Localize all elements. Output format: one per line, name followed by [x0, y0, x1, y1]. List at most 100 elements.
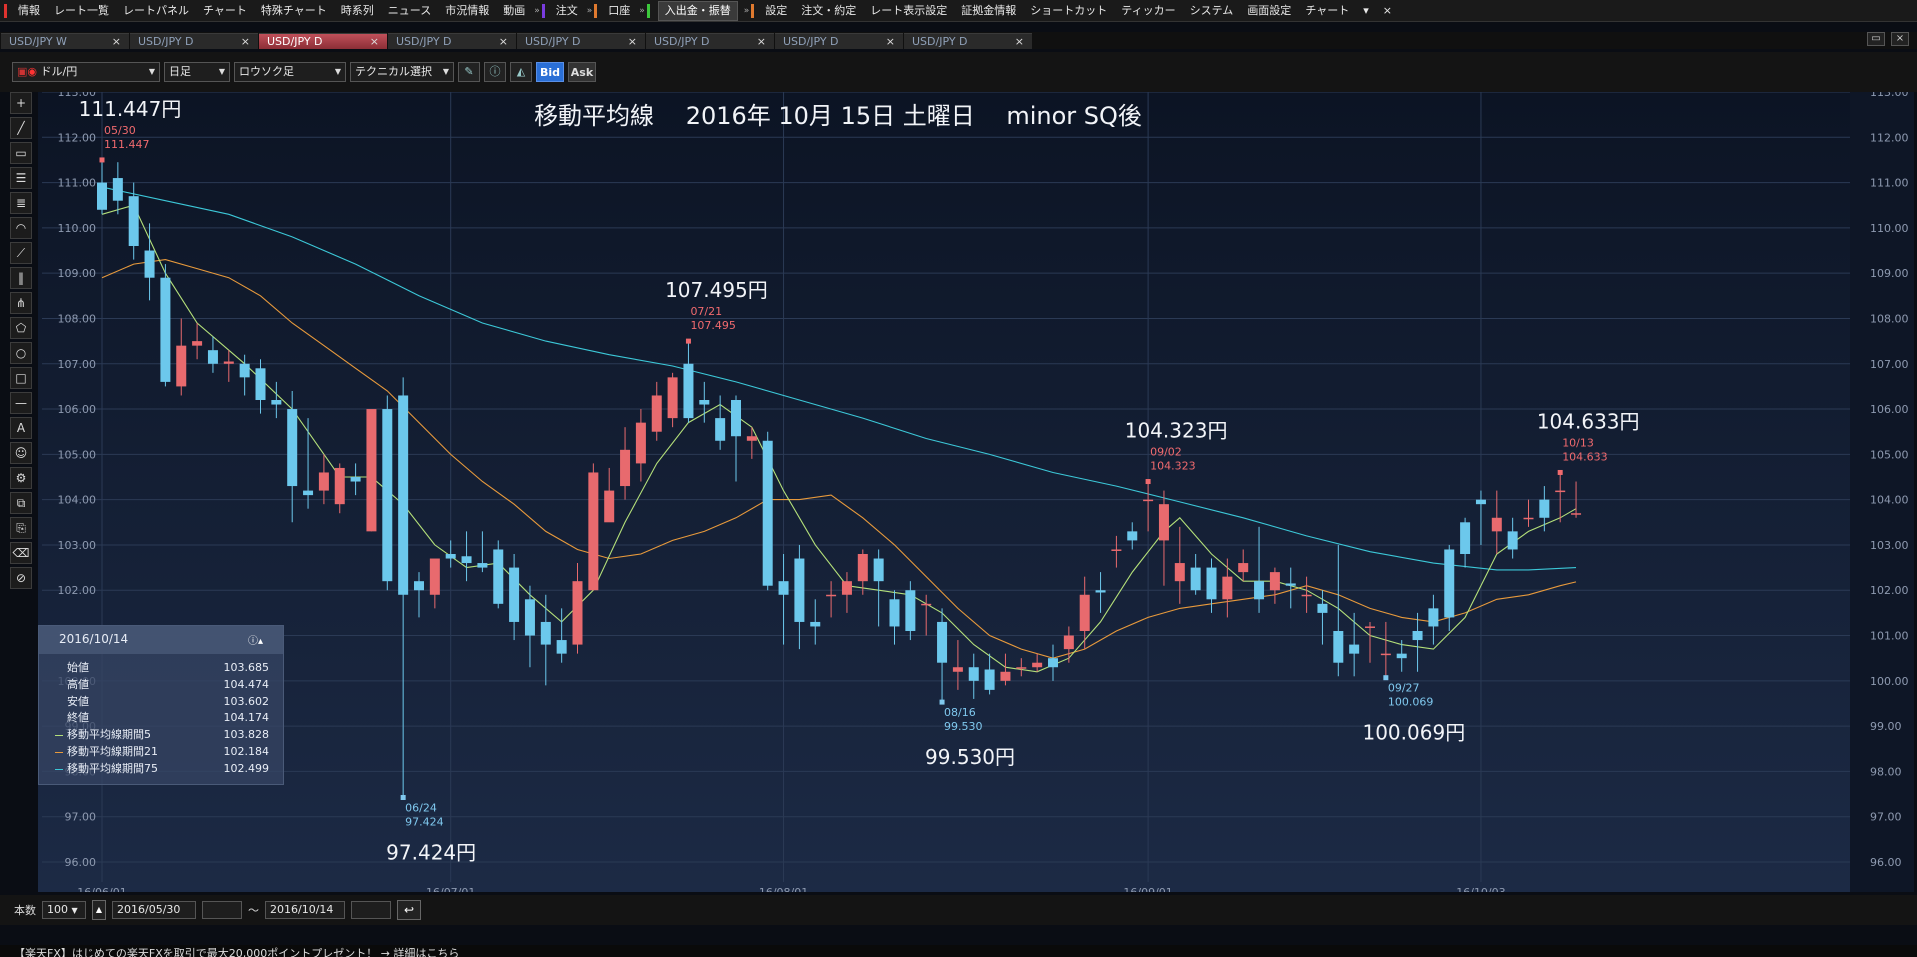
- from-time-input[interactable]: [202, 901, 242, 919]
- eraser-icon[interactable]: ⌫: [10, 542, 32, 564]
- settings-item-1[interactable]: 注文・約定: [794, 0, 863, 21]
- settings-item-3[interactable]: 証拠金情報: [954, 0, 1023, 21]
- candle-body: [826, 594, 837, 597]
- pitchfork-icon[interactable]: ⋔: [10, 292, 32, 314]
- area-chart-icon[interactable]: ◭: [510, 62, 532, 82]
- paste-icon[interactable]: ⎘: [10, 517, 32, 539]
- currency-pair-select[interactable]: ▣◉ ドル/円 ▼: [12, 62, 160, 82]
- close-icon[interactable]: ×: [112, 34, 121, 49]
- bid-button[interactable]: Bid: [536, 62, 564, 82]
- crosshair-icon[interactable]: +: [10, 92, 32, 114]
- chart-tab-2[interactable]: USD/JPY D ×: [259, 33, 387, 49]
- close-icon[interactable]: ×: [628, 34, 637, 49]
- chart-tab-4[interactable]: USD/JPY D ×: [517, 33, 645, 49]
- close-window-button[interactable]: ×: [1891, 32, 1909, 46]
- chart-tab-6[interactable]: USD/JPY D ×: [775, 33, 903, 49]
- menu-item-8[interactable]: 動画: [496, 0, 532, 21]
- menu-item-0[interactable]: 情報: [11, 0, 47, 21]
- fibonacci-icon[interactable]: ≣: [10, 192, 32, 214]
- y-tick-label-left: 103.00: [58, 539, 97, 552]
- period-select[interactable]: 日足 ▼: [164, 62, 230, 82]
- menu-account[interactable]: 口座: [601, 0, 637, 21]
- menu-more-icon[interactable]: »: [742, 6, 752, 16]
- horizontal-line-icon[interactable]: —: [10, 392, 32, 414]
- settings-item-4[interactable]: ショートカット: [1023, 0, 1114, 21]
- close-icon[interactable]: ×: [499, 34, 508, 49]
- menu-order[interactable]: 注文: [549, 0, 585, 21]
- from-date-input[interactable]: 2016/05/30: [112, 901, 196, 919]
- legend-dash: [55, 668, 63, 669]
- chart-tab-1[interactable]: USD/JPY D ×: [130, 33, 258, 49]
- arc-icon[interactable]: ◠: [10, 217, 32, 239]
- candle-body: [778, 581, 789, 595]
- info-row: 高値 104.474: [39, 677, 283, 694]
- candle-body: [1238, 563, 1249, 573]
- settings-item-0[interactable]: 設定: [758, 0, 794, 21]
- text-icon[interactable]: A: [10, 417, 32, 439]
- x-tick-label: 16/07/01: [426, 886, 475, 892]
- chart-svg[interactable]: 113.00 113.00112.00 112.00111.00 111.00110.…: [38, 92, 1914, 892]
- technical-select[interactable]: テクニカル選択 ▼: [350, 62, 454, 82]
- settings-item-6[interactable]: システム: [1183, 0, 1241, 21]
- menu-more-icon[interactable]: »: [585, 6, 595, 16]
- menu-item-4[interactable]: 特殊チャート: [254, 0, 334, 21]
- menu-item-1[interactable]: レート一覧: [47, 0, 116, 21]
- close-icon[interactable]: ×: [757, 34, 766, 49]
- horizontal-lines-icon[interactable]: ☰: [10, 167, 32, 189]
- close-icon[interactable]: ×: [1015, 34, 1024, 49]
- chart-tab-5[interactable]: USD/JPY D ×: [646, 33, 774, 49]
- ask-button[interactable]: Ask: [568, 62, 596, 82]
- settings-item-7[interactable]: 画面設定: [1240, 0, 1298, 21]
- menu-item-3[interactable]: チャート: [196, 0, 254, 21]
- candlestick-chart[interactable]: 113.00 113.00 112.00 112.00 111.00 111.00 110.…: [38, 92, 1914, 892]
- deposit-button[interactable]: 入出金・振替: [657, 0, 738, 21]
- chart-tab-7[interactable]: USD/JPY D ×: [904, 33, 1032, 49]
- candle-body: [810, 621, 821, 627]
- trend-line-icon[interactable]: ╱: [10, 117, 32, 139]
- copy-icon[interactable]: ⧉: [10, 492, 32, 514]
- menu-more-icon[interactable]: ▾: [1356, 0, 1376, 21]
- info-icon[interactable]: ⓘ▴: [248, 632, 263, 648]
- count-up-button[interactable]: ▲: [92, 900, 106, 920]
- settings-item-2[interactable]: レート表示設定: [863, 0, 954, 21]
- close-icon[interactable]: ×: [241, 34, 250, 49]
- menu-item-5[interactable]: 時系列: [334, 0, 381, 21]
- news-ticker[interactable]: 【楽天FX】はじめての楽天FXを取引で最大20,000ポイントプレゼント！ → …: [0, 945, 1917, 957]
- settings-item-5[interactable]: ティッカー: [1114, 0, 1182, 21]
- chart-tab-0[interactable]: USD/JPY W ×: [1, 33, 129, 49]
- to-date-input[interactable]: 2016/10/14: [265, 901, 345, 919]
- smiley-icon[interactable]: ☺: [10, 442, 32, 464]
- vertical-lines-icon[interactable]: ‖: [10, 267, 32, 289]
- close-icon[interactable]: ×: [886, 34, 895, 49]
- menu-item-6[interactable]: ニュース: [381, 0, 438, 21]
- circle-icon[interactable]: ○: [10, 342, 32, 364]
- menu-item-2[interactable]: レートパネル: [116, 0, 196, 21]
- menu-more-icon[interactable]: »: [637, 6, 647, 16]
- rectangle-icon[interactable]: □: [10, 367, 32, 389]
- candle-body: [1365, 626, 1375, 628]
- pentagon-icon[interactable]: ⬠: [10, 317, 32, 339]
- menu-item-7[interactable]: 市況情報: [438, 0, 496, 21]
- currency-pair-value: ドル/円: [40, 65, 78, 78]
- chart-tab-3[interactable]: USD/JPY D ×: [388, 33, 516, 49]
- candle-body: [160, 277, 171, 382]
- menu-close-icon[interactable]: ×: [1376, 0, 1399, 21]
- chart-type-select[interactable]: ロウソク足 ▼: [234, 62, 346, 82]
- menu-group-marker: [594, 3, 598, 18]
- settings-item-8[interactable]: チャート: [1298, 0, 1356, 21]
- candle-body: [1555, 490, 1566, 493]
- fan-icon[interactable]: ⟋: [10, 242, 32, 264]
- to-time-input[interactable]: [351, 901, 391, 919]
- menu-more-icon[interactable]: »: [532, 6, 542, 16]
- restore-window-button[interactable]: ▭: [1867, 32, 1885, 46]
- count-input[interactable]: 100 ▼: [42, 901, 86, 919]
- candle-body: [1349, 644, 1360, 654]
- erase-all-icon[interactable]: ⊘: [10, 567, 32, 589]
- ruler-icon[interactable]: ▭: [10, 142, 32, 164]
- info-label-text: 始値: [67, 661, 89, 674]
- pen-icon[interactable]: ✎: [458, 62, 480, 82]
- info-icon[interactable]: ⓘ: [484, 62, 506, 82]
- close-icon[interactable]: ×: [370, 34, 379, 49]
- refresh-icon[interactable]: ↩: [397, 900, 421, 920]
- settings-icon[interactable]: ⚙: [10, 467, 32, 489]
